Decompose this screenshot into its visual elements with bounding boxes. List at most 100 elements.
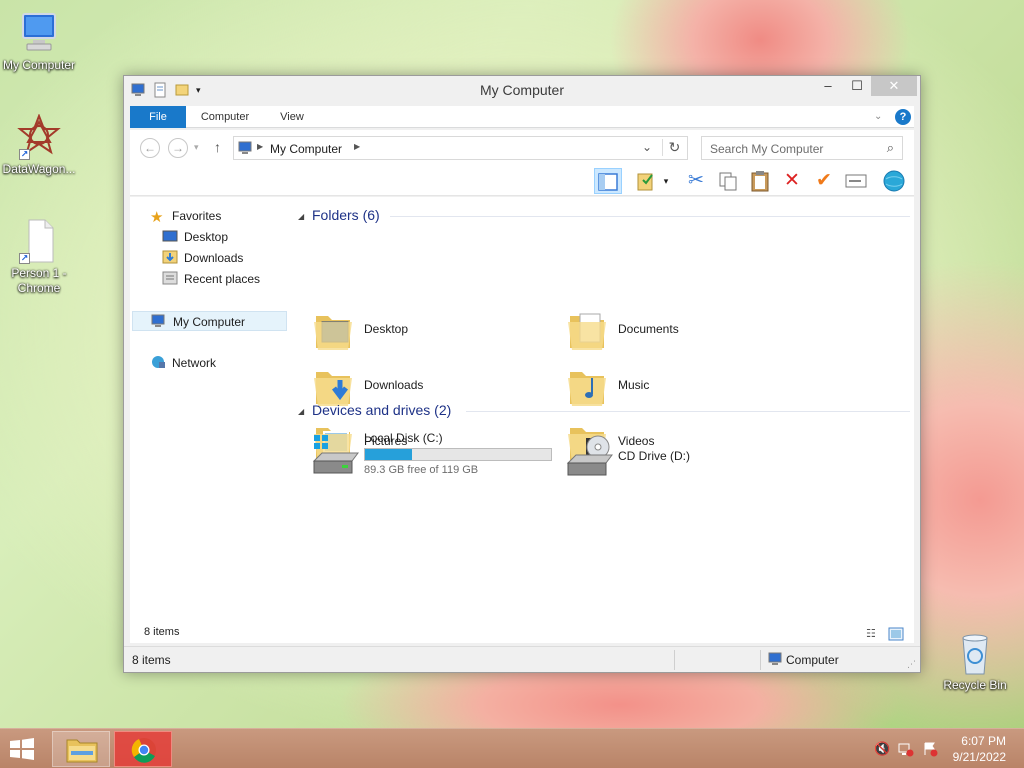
file-explorer-icon xyxy=(66,739,98,763)
computer-small-icon xyxy=(768,652,784,669)
nav-label: Favorites xyxy=(172,209,222,223)
drive-free-space: 89.3 GB free of 119 GB xyxy=(364,464,479,476)
folder-name: Downloads xyxy=(364,378,424,392)
desktop-icon-label: My Computer xyxy=(2,58,76,72)
cd-drive-icon xyxy=(566,433,613,479)
windows-logo-icon xyxy=(10,738,34,760)
status-bar: 8 items Computer ⋰ xyxy=(124,646,920,672)
downloads-small-icon xyxy=(162,250,178,264)
search-box[interactable]: Search My Computer ⌕ xyxy=(701,136,903,160)
breadcrumb-chevron-icon[interactable]: ▶ xyxy=(257,142,263,151)
up-button[interactable]: ↑ xyxy=(214,139,221,155)
preview-pane-icon[interactable] xyxy=(594,168,622,194)
group-divider xyxy=(466,411,910,412)
search-icon[interactable]: ⌕ xyxy=(887,140,894,156)
rename-icon[interactable] xyxy=(842,168,870,194)
title-bar[interactable]: ▾ My Computer – ☐ ✕ xyxy=(124,76,920,104)
resize-grip-icon[interactable]: ⋰ xyxy=(907,659,916,670)
group-collapse-icon[interactable]: ◢ xyxy=(298,407,304,416)
my-computer-icon xyxy=(17,10,61,56)
cut-icon[interactable]: ✂ xyxy=(682,168,710,194)
nav-label: My Computer xyxy=(173,315,246,329)
ribbon-expand-icon[interactable]: ⌄ xyxy=(874,109,888,125)
address-bar[interactable]: ▶ My Computer ▶ ⌄ ↻ xyxy=(233,136,688,160)
recent-locations-icon[interactable]: ▾ xyxy=(194,142,199,153)
taskbar: 🔇 6:07 PM 9/21/2022 xyxy=(0,728,1024,768)
properties-icon[interactable] xyxy=(632,168,660,194)
start-button[interactable] xyxy=(6,737,38,761)
large-icons-view-icon[interactable] xyxy=(888,627,904,641)
explorer-body: ★ Favorites Desktop Downloads Recent plac… xyxy=(130,197,914,643)
refresh-icon[interactable]: ↻ xyxy=(662,139,686,156)
close-button[interactable]: ✕ xyxy=(871,76,917,96)
action-center-icon[interactable] xyxy=(922,741,938,757)
desktop-icon-datawagon[interactable]: ↗ DataWagon... xyxy=(0,113,79,177)
breadcrumb-chevron-icon[interactable]: ▶ xyxy=(354,142,360,151)
drive-usage-bar xyxy=(364,448,552,461)
nav-downloads[interactable]: Downloads xyxy=(162,248,243,268)
desktop-icon-my-computer[interactable]: My Computer xyxy=(0,10,79,73)
window-title: My Computer xyxy=(479,82,565,98)
computer-small-icon xyxy=(151,314,167,328)
help-icon[interactable]: ? xyxy=(895,109,911,125)
drive-item-local-disk[interactable]: Local Disk (C:) 89.3 GB free of 119 GB xyxy=(306,429,556,485)
computer-small-icon xyxy=(238,141,254,158)
tab-view[interactable]: View xyxy=(270,106,314,128)
breadcrumb-my-computer[interactable]: My Computer xyxy=(270,142,342,156)
nav-desktop[interactable]: Desktop xyxy=(162,227,228,247)
delete-icon[interactable]: ✕ xyxy=(778,168,806,194)
drives-group-header[interactable]: Devices and drives (2) xyxy=(312,402,451,418)
desktop-icon-label: DataWagon... xyxy=(2,162,76,176)
minimize-button[interactable]: – xyxy=(813,76,843,96)
explorer-window: ▾ My Computer – ☐ ✕ File Computer View ⌄… xyxy=(123,75,921,673)
paste-icon[interactable] xyxy=(746,168,774,194)
nav-recent-places[interactable]: Recent places xyxy=(162,269,260,289)
desktop-folder-icon xyxy=(312,306,354,352)
nav-my-computer[interactable]: My Computer xyxy=(132,311,287,331)
details-view-icon[interactable]: ☷ xyxy=(866,627,882,641)
check-icon[interactable]: ✔ xyxy=(810,168,838,194)
nav-network[interactable]: Network xyxy=(150,353,216,373)
drive-name: Local Disk (C:) xyxy=(364,431,443,445)
address-dropdown-icon[interactable]: ⌄ xyxy=(642,140,652,154)
volume-muted-icon[interactable]: 🔇 xyxy=(874,741,890,757)
status-separator xyxy=(674,650,675,670)
nav-label: Network xyxy=(172,356,217,370)
desktop-icon-recycle-bin[interactable]: Recycle Bin xyxy=(935,630,1015,693)
folder-name: Music xyxy=(618,378,650,392)
drive-usage-fill xyxy=(365,449,412,460)
taskbar-clock[interactable]: 6:07 PM 9/21/2022 xyxy=(953,733,1006,765)
network-globe-icon[interactable] xyxy=(880,168,908,194)
copy-icon[interactable] xyxy=(714,168,742,194)
forward-button[interactable]: → xyxy=(168,138,188,158)
items-count: 8 items xyxy=(144,626,180,638)
network-icon xyxy=(150,355,166,369)
tab-file[interactable]: File xyxy=(130,106,186,128)
properties-dropdown-icon[interactable]: ▾ xyxy=(660,168,672,194)
clock-time: 6:07 PM xyxy=(961,734,1006,748)
address-toolbar: ← → ▾ ↑ ▶ My Computer ▶ ⌄ ↻ Search My Co… xyxy=(130,130,914,166)
taskbar-chrome[interactable] xyxy=(114,731,172,767)
taskbar-file-explorer[interactable] xyxy=(52,731,110,767)
back-button[interactable]: ← xyxy=(140,138,160,158)
desktop-icon-label: Recycle Bin xyxy=(943,678,1007,692)
command-toolbar: ▾ ✂ ✕ ✔ xyxy=(130,166,914,196)
shortcut-arrow-icon: ↗ xyxy=(19,149,30,160)
folders-group-header[interactable]: Folders (6) xyxy=(312,207,380,223)
tab-computer[interactable]: Computer xyxy=(192,106,258,128)
shortcut-arrow-icon: ↗ xyxy=(19,253,30,264)
nav-favorites[interactable]: ★ Favorites xyxy=(150,206,221,226)
maximize-button[interactable]: ☐ xyxy=(843,76,871,96)
desktop-icon-person1-chrome[interactable]: ↗ Person 1 - Chrome xyxy=(0,218,79,296)
drive-item-cd-drive[interactable]: CD Drive (D:) xyxy=(560,429,760,485)
group-collapse-icon[interactable]: ◢ xyxy=(298,212,304,221)
drive-name: CD Drive (D:) xyxy=(618,449,690,463)
chrome-profile-file-icon: ↗ xyxy=(17,218,61,264)
status-items: 8 items xyxy=(132,653,171,667)
group-divider xyxy=(390,216,910,217)
desktop-small-icon xyxy=(162,229,178,243)
search-input[interactable]: Search My Computer xyxy=(710,142,823,156)
network-status-icon[interactable] xyxy=(898,741,914,757)
hard-drive-icon xyxy=(312,433,359,479)
music-folder-icon xyxy=(566,362,608,408)
